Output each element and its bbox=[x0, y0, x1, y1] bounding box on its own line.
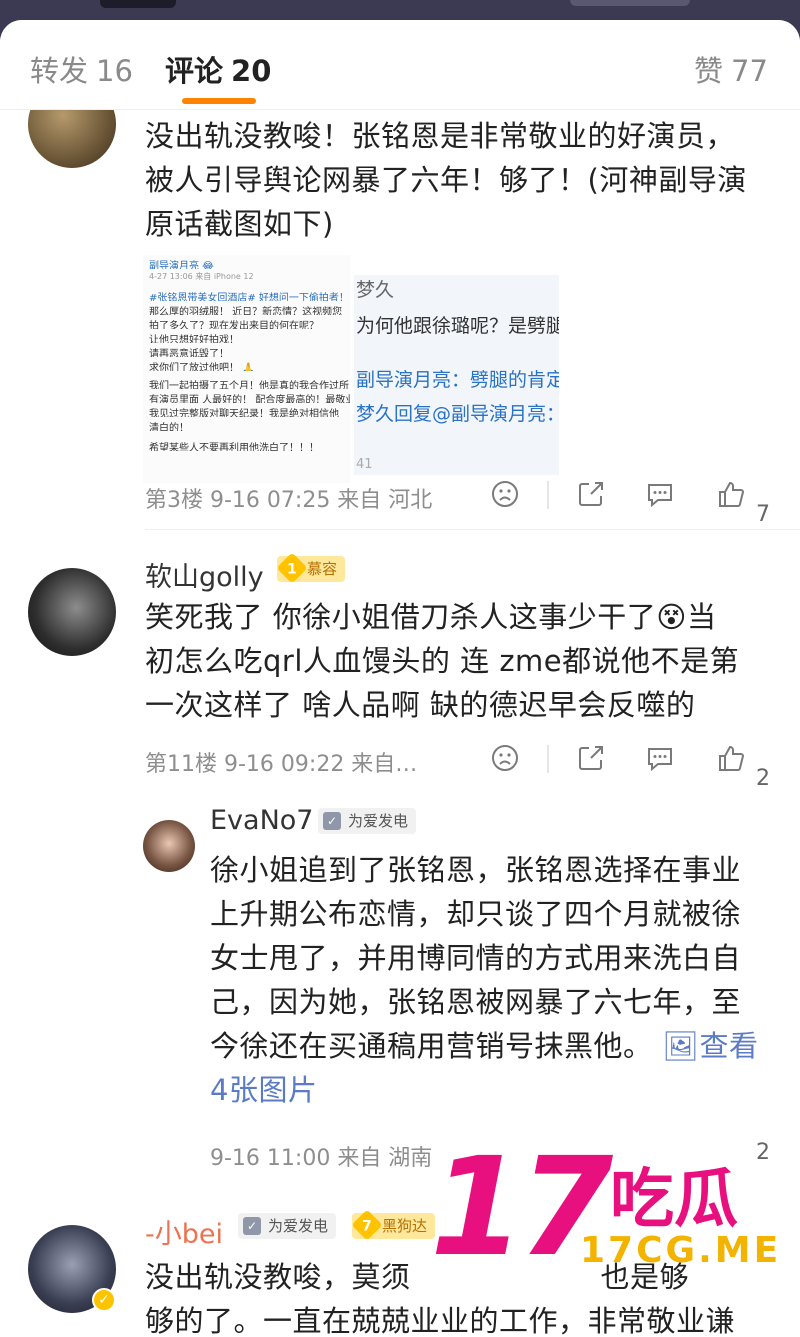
comment-text: 没出轨没教唆！张铭恩是非常敬业的好演员， 被人引导舆论网暴了六年！够了！(河神副… bbox=[145, 114, 747, 246]
comment-meta: 第11楼 9-16 09:22 来自… bbox=[145, 752, 418, 777]
divider bbox=[547, 745, 549, 773]
thumbs-up-icon[interactable] bbox=[716, 743, 746, 773]
comment-line: 没出轨没教唆！张铭恩是非常敬业的好演员， bbox=[145, 119, 736, 153]
comment-line: 女士甩了，并用博同情的方式用来洗白自 bbox=[210, 941, 742, 975]
comment-line: 上升期公布恋情，却只谈了四个月就被徐 bbox=[210, 897, 742, 931]
image-text: 有演员里面 人最好的！ 配合度最高的！最敬业 bbox=[149, 395, 350, 403]
sad-face-icon[interactable] bbox=[490, 743, 520, 773]
comment-text: 笑死我了 你徐小姐借刀杀人这事少干了😵当 初怎么吃qrl人血馒头的 连 zme都… bbox=[145, 595, 739, 727]
image-text: 我们一起拍摄了五个月！他是真的我合作过所 bbox=[149, 381, 349, 389]
fan-badge[interactable]: ✓ 为爱发电 bbox=[318, 808, 417, 834]
active-tab-indicator bbox=[182, 98, 256, 104]
fan-badge[interactable]: ✓ 为爱发电 bbox=[238, 1213, 337, 1239]
badge-label: 为爱发电 bbox=[268, 1217, 329, 1235]
comment-line-text: 今徐还在买通稿用营销号抹黑他。 bbox=[210, 1029, 653, 1063]
avatar[interactable] bbox=[143, 820, 195, 872]
image-text: 清白的！ bbox=[149, 423, 189, 431]
sad-face-icon[interactable] bbox=[490, 479, 520, 509]
image-text: 拍了多久了？现在发出来目的何在呢？ bbox=[149, 321, 319, 329]
comment-icon[interactable] bbox=[645, 479, 675, 509]
tab-likes-label: 赞 bbox=[694, 54, 724, 88]
divider bbox=[145, 529, 800, 530]
verified-icon: ✓ bbox=[92, 1288, 116, 1312]
tab-comments-count: 20 bbox=[231, 54, 272, 88]
comment-image[interactable]: 副导演月亮 😂 4-27 13:06 来自 iPhone 12 #张铭恩带美女回… bbox=[143, 255, 350, 483]
image-text: 请再恶意诋毁了！ bbox=[149, 349, 229, 357]
comment-image[interactable]: 梦久 为何他跟徐璐呢？是劈腿了 副导演月亮：劈腿的肯定不是他 梦久回复@副导演月… bbox=[354, 275, 559, 475]
comment-line: 被人引导舆论网暴了六年！够了！(河神副导演 bbox=[145, 163, 747, 197]
tab-likes[interactable]: 赞 77 bbox=[694, 48, 768, 90]
username[interactable]: -小bei bbox=[145, 1212, 223, 1251]
comment-line: 己，因为她，张铭恩被网暴了六七年，至 bbox=[210, 985, 742, 1019]
image-text: 为何他跟徐璐呢？是劈腿了 bbox=[356, 315, 559, 337]
comment-line: 初怎么吃qrl人血馒头的 连 zme都说他不是第 bbox=[145, 644, 740, 678]
comment-text: 徐小姐追到了张铭恩，张铭恩选择在事业 上升期公布恋情，却只谈了四个月就被徐 女士… bbox=[210, 848, 780, 1112]
username[interactable]: EvaNo7 bbox=[210, 805, 313, 836]
divider bbox=[547, 481, 549, 509]
username[interactable]: 软山golly bbox=[145, 555, 264, 594]
image-text: #张铭恩带美女回酒店# 好想问一下偷拍者！！ bbox=[149, 293, 350, 301]
like-count: 2 bbox=[756, 766, 770, 791]
watermark-text: 吃瓜 bbox=[610, 1163, 738, 1237]
view-images-link[interactable]: 🖼查看 bbox=[662, 1029, 758, 1063]
image-text: 4-27 13:06 来自 iPhone 12 bbox=[149, 272, 254, 281]
image-text: 希望某些人不要再利用他洗白了！！！ bbox=[149, 443, 319, 451]
badge-level-icon: 1 bbox=[276, 552, 308, 584]
status-bar-thumb bbox=[100, 0, 176, 8]
fan-badge[interactable]: 1 慕容 bbox=[276, 552, 346, 584]
badge-label: 黑狗达 bbox=[382, 1217, 428, 1235]
share-icon[interactable] bbox=[576, 743, 606, 773]
comments-sheet: 转发 16 评论 20 赞 77 没出轨没教唆！张铭恩是非常敬业的好演员， 被人引导舆… bbox=[0, 20, 800, 1337]
tab-comments[interactable]: 评论 20 bbox=[165, 48, 271, 90]
verified-icon: ✓ bbox=[323, 812, 341, 830]
badge-level: 7 bbox=[362, 1218, 372, 1235]
badge-level: 1 bbox=[287, 561, 297, 578]
verified-icon: ✓ bbox=[243, 1217, 261, 1235]
comment-line: 够的了。一直在兢兢业业的工作，非常敬业谦 bbox=[145, 1304, 736, 1337]
image-text: 梦久回复@副导演月亮： bbox=[356, 403, 559, 425]
comment-line: 今徐还在买通稿用营销号抹黑他。 🖼查看 bbox=[210, 1024, 780, 1068]
thumbs-up-icon[interactable] bbox=[716, 479, 746, 509]
comment-icon[interactable] bbox=[645, 743, 675, 773]
image-text: 那么厚的羽绒服！ 近日？新恋情？这视频您 bbox=[149, 307, 343, 315]
tab-repost-count: 16 bbox=[96, 54, 133, 88]
comment-line-text: 没出轨没教唆，莫须 bbox=[145, 1260, 411, 1294]
comment-line: 一次这样了 啥人品啊 缺的德迟早会反噬的 bbox=[145, 688, 696, 722]
image-text: 副导演月亮 😂 bbox=[149, 261, 214, 269]
comment-meta: 第3楼 9-16 07:25 来自 河北 bbox=[145, 488, 433, 513]
comment-meta: 9-16 11:00 来自 湖南 bbox=[210, 1146, 433, 1171]
image-text: 让他只想好好拍戏！ bbox=[149, 335, 239, 343]
badge-label: 为爱发电 bbox=[348, 812, 409, 830]
tab-comments-label: 评论 bbox=[165, 54, 224, 88]
watermark-url: 17CG.ME bbox=[580, 1230, 782, 1271]
tab-repost-label: 转发 bbox=[30, 54, 89, 88]
image-text: 41 bbox=[356, 457, 373, 472]
status-bar-handle bbox=[570, 0, 690, 6]
comment-line: 徐小姐追到了张铭恩，张铭恩选择在事业 bbox=[210, 853, 742, 887]
tab-repost[interactable]: 转发 16 bbox=[30, 48, 133, 90]
image-text: 梦久 bbox=[356, 279, 395, 301]
watermark: 17 吃瓜 17CG.ME bbox=[430, 1138, 800, 1298]
share-icon[interactable] bbox=[576, 479, 606, 509]
badge-level-icon: 7 bbox=[351, 1209, 383, 1241]
view-images-link[interactable]: 4张图片 bbox=[210, 1068, 780, 1112]
image-text: 求你们了放过他吧！ 🙏 bbox=[149, 363, 255, 371]
tab-likes-count: 77 bbox=[731, 54, 768, 88]
image-text: 我见过完整版对聊天纪录！我是绝对相信他 bbox=[149, 409, 339, 417]
badge-label: 慕容 bbox=[307, 560, 338, 578]
like-count: 7 bbox=[756, 502, 770, 527]
tab-bar: 转发 16 评论 20 赞 77 bbox=[0, 20, 800, 110]
image-text: 副导演月亮：劈腿的肯定不是他 bbox=[356, 369, 559, 391]
comment-line: 原话截图如下) bbox=[145, 207, 334, 241]
avatar[interactable] bbox=[28, 568, 116, 656]
fan-badge[interactable]: 7 黑狗达 bbox=[351, 1209, 436, 1241]
comment-line: 笑死我了 你徐小姐借刀杀人这事少干了😵当 bbox=[145, 600, 717, 634]
